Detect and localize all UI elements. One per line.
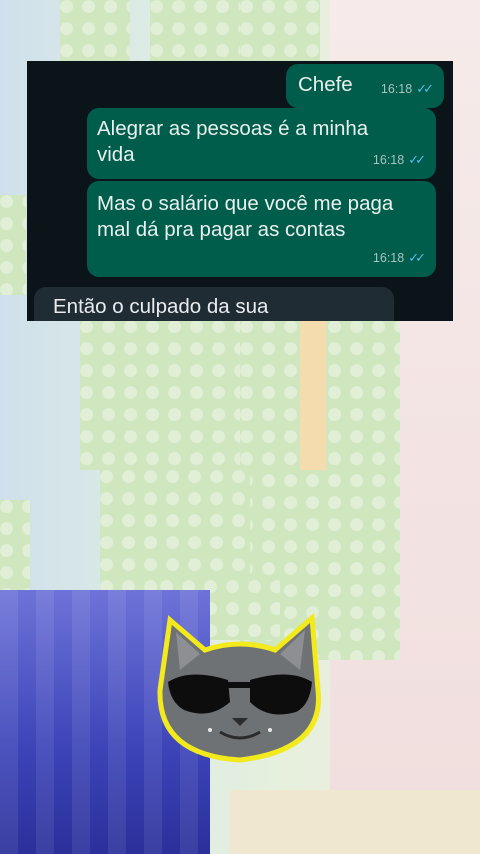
message-meta: 16:18 ✓✓ — [372, 147, 426, 173]
message-time: 16:18 — [372, 153, 405, 167]
background-sand — [230, 790, 480, 854]
message-text: Então o culpado da sua — [53, 295, 269, 318]
double-check-icon: ✓✓ — [408, 152, 426, 167]
message-time: 16:18 — [380, 82, 413, 96]
double-check-icon: ✓✓ — [408, 250, 426, 265]
message-time: 16:18 — [372, 251, 405, 265]
message-bubble-outgoing: Mas o salário que você me paga mal dá pr… — [87, 181, 436, 277]
cool-cat-sunglasses-sticker — [157, 612, 322, 763]
message-text: Chefe — [298, 73, 353, 96]
message-meta: 16:18 ✓✓ — [372, 245, 426, 271]
message-text: Mas o salário que você me paga mal dá pr… — [97, 192, 394, 241]
background-block — [150, 0, 240, 62]
message-meta: 16:18 ✓✓ — [380, 76, 434, 102]
message-bubble-outgoing: Chefe 16:18 ✓✓ — [286, 64, 444, 108]
background-sand-strip — [300, 320, 326, 470]
message-text: Alegrar as pessoas é a minha vida — [97, 117, 369, 166]
message-bubble-outgoing: Alegrar as pessoas é a minha vida 16:18 … — [87, 108, 436, 179]
background-block — [60, 0, 130, 62]
double-check-icon: ✓✓ — [416, 81, 434, 96]
background-block — [240, 0, 320, 62]
background-block — [100, 470, 250, 590]
message-bubble-incoming: Então o culpado da sua — [34, 287, 394, 321]
background-block — [0, 195, 26, 295]
chat-screenshot: Chefe 16:18 ✓✓ Alegrar as pessoas é a mi… — [27, 61, 453, 321]
